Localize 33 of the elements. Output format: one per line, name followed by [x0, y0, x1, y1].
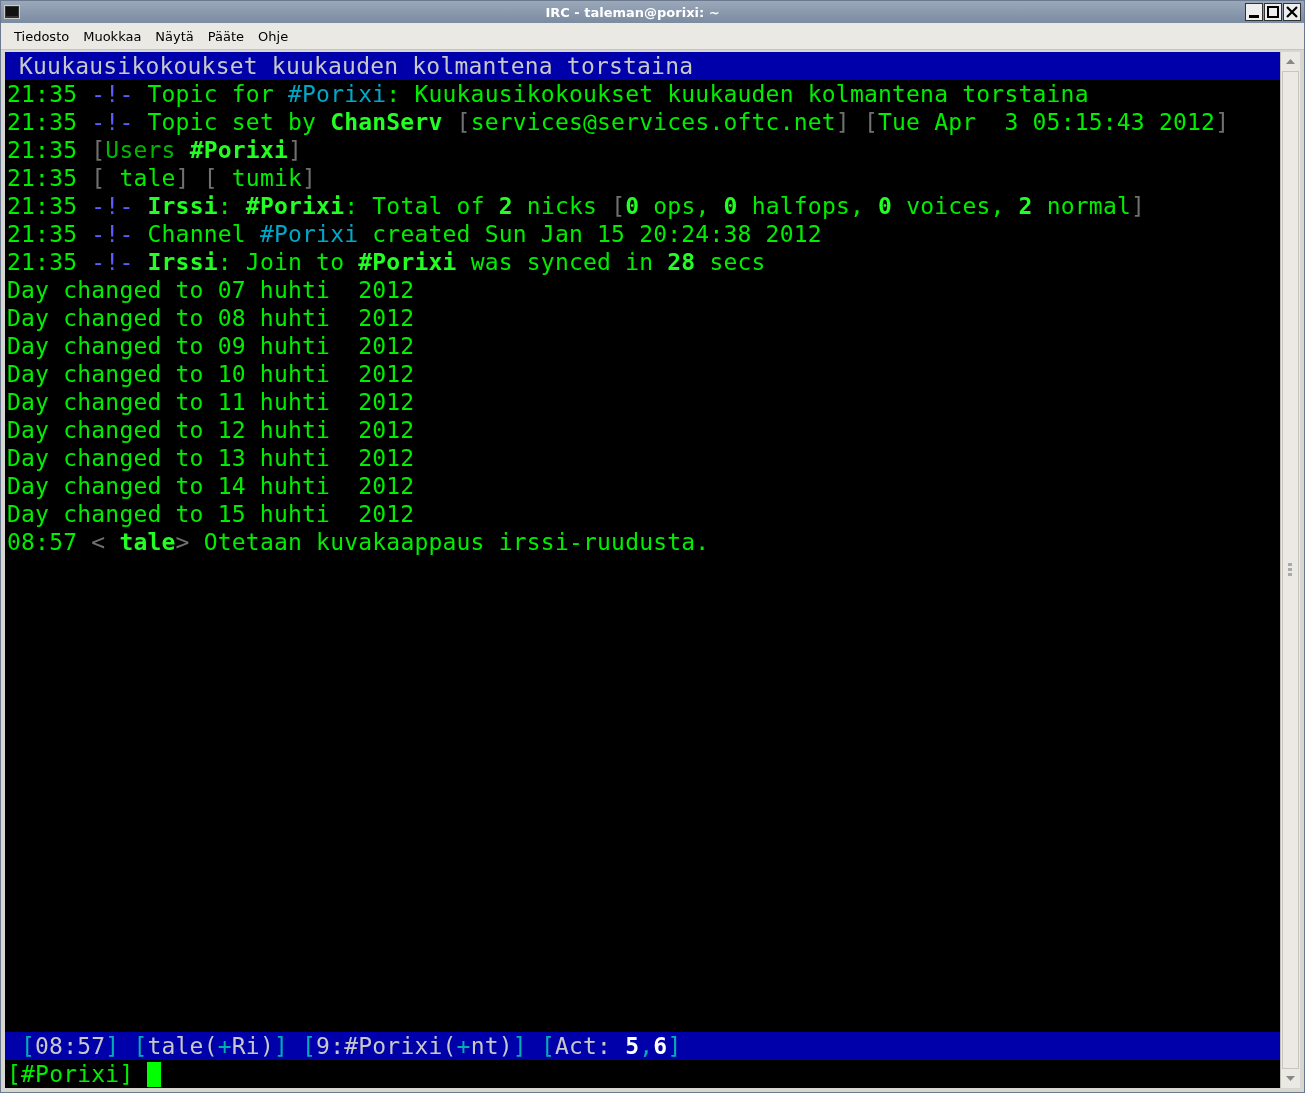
scrollbar[interactable] — [1280, 52, 1300, 1088]
text-cursor — [147, 1061, 162, 1087]
chat-line: Day changed to 12 huhti 2012 — [7, 416, 416, 444]
channel-prompt: [#Porixi] — [7, 1060, 134, 1088]
window-title: IRC - taleman@porixi: ~ — [544, 4, 721, 20]
status-bar: [08:57] [tale(+Ri)] [9:#Porixi(+nt)] [Act: 5,6] — [5, 1032, 1280, 1060]
chat-line: 21:35 -!- Topic set by ChanServ [services@services.oftc.net] [Tue Apr 3 05:15:43 2012] — [7, 108, 1231, 136]
menu-item[interactable]: Tiedosto — [14, 28, 70, 44]
chat-line: Day changed to 13 huhti 2012 — [7, 444, 416, 472]
close-button[interactable] — [1283, 3, 1301, 21]
chat-line: 21:35 -!- Irssi: #Porixi: Total of 2 nicks [0 ops, 0 halfops, 0 voices, 2 normal] — [7, 192, 1147, 220]
chat-line: Day changed to 08 huhti 2012 — [7, 304, 416, 332]
chat-line: Day changed to 09 huhti 2012 — [7, 332, 416, 360]
menu-item[interactable]: Muokkaa — [83, 28, 142, 44]
grip-icon — [1288, 563, 1293, 577]
chat-line: Day changed to 11 huhti 2012 — [7, 388, 416, 416]
terminal-icon — [4, 5, 20, 19]
chat-line: 21:35 -!- Channel #Porixi created Sun Jan 15 20:24:38 2012 — [7, 220, 823, 248]
menu-item[interactable]: Ohje — [258, 28, 289, 44]
chat-line: 21:35 -!- Topic for #Porixi: Kuukausikokoukset kuukauden kolmantena torstaina — [7, 80, 1090, 108]
chat-line: Day changed to 14 huhti 2012 — [7, 472, 416, 500]
chat-line: 08:57 < tale> Otetaan kuvakaappaus irssi-ruudusta. — [7, 528, 711, 556]
menu-item[interactable]: Näytä — [155, 28, 194, 44]
chat-line: Day changed to 07 huhti 2012 — [7, 276, 416, 304]
menu-item[interactable]: Pääte — [207, 28, 245, 44]
chat-line: 21:35 [Users #Porixi] — [7, 136, 304, 164]
chat-line: Day changed to 15 huhti 2012 — [7, 500, 416, 528]
chat-line: 21:35 -!- Irssi: Join to #Porixi was synced in 28 secs — [7, 248, 767, 276]
minimize-button[interactable] — [1245, 3, 1263, 21]
chat-line: Day changed to 10 huhti 2012 — [7, 360, 416, 388]
chat-line: 21:35 [ tale] [ tumik] — [7, 164, 318, 192]
topic-bar: Kuukausikokoukset kuukauden kolmantena torstaina — [5, 52, 1280, 80]
maximize-button[interactable] — [1264, 3, 1282, 21]
